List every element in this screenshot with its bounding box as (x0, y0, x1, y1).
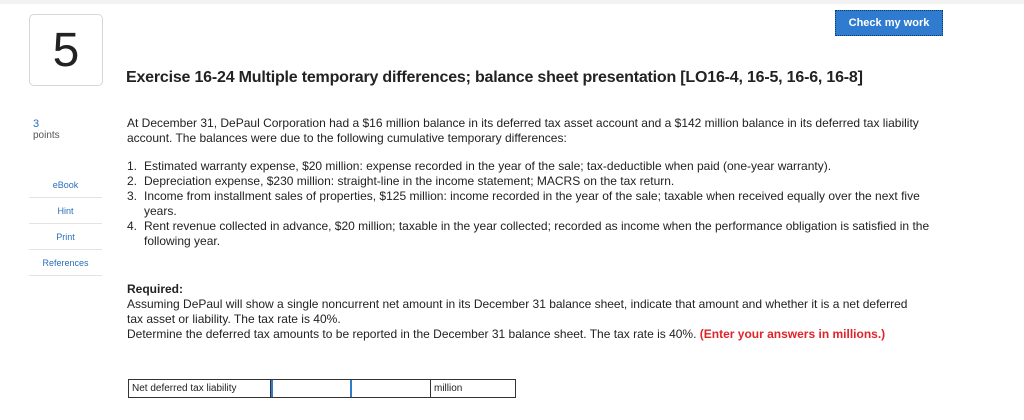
exercise-title: Exercise 16-24 Multiple temporary differ… (126, 69, 863, 86)
answer-unit: million (430, 379, 516, 398)
question-number: 5 (29, 14, 103, 86)
required-note: (Enter your answers in millions.) (699, 327, 886, 341)
list-item: 1. Estimated warranty expense, $20 millio… (127, 159, 937, 174)
print-link[interactable]: Print (29, 224, 102, 250)
list-item-number: 3. (127, 189, 138, 203)
list-item-text: Income from installment sales of propert… (144, 189, 920, 218)
list-item: 2. Depreciation expense, $230 million: st… (127, 174, 937, 189)
answer-label[interactable]: Net deferred tax liability (128, 379, 270, 398)
check-my-work-button[interactable]: Check my work (835, 10, 943, 36)
points-block: 3 points (33, 118, 60, 142)
required-heading: Required: (127, 282, 184, 296)
required-instruction-2: Determine the deferred tax amounts to be… (127, 327, 697, 341)
input-flag-icon (271, 380, 273, 397)
input-flag-icon (350, 380, 352, 397)
required-section: Required: Assuming DePaul will show a si… (127, 282, 922, 342)
points-label: points (33, 130, 60, 141)
list-item-number: 4. (127, 219, 138, 233)
list-item: 4. Rent revenue collected in advance, $20… (127, 219, 937, 249)
answer-spacer (351, 379, 430, 398)
list-item-number: 1. (127, 159, 138, 173)
list-item-text: Estimated warranty expense, $20 million:… (144, 159, 832, 173)
top-rule (0, 0, 1024, 4)
sidebar-links: eBook Hint Print References (29, 172, 102, 276)
answer-row: Net deferred tax liability million (128, 379, 516, 398)
points-value: 3 (33, 118, 40, 130)
list-item-text: Rent revenue collected in advance, $20 m… (144, 219, 930, 248)
list-item: 3. Income from installment sales of prope… (127, 189, 937, 219)
list-item-number: 2. (127, 174, 138, 188)
required-instruction-1: Assuming DePaul will show a single noncu… (127, 297, 908, 326)
hint-link[interactable]: Hint (29, 198, 102, 224)
answer-amount-input[interactable] (270, 379, 352, 398)
temporary-differences-list: 1. Estimated warranty expense, $20 millio… (127, 159, 937, 249)
ebook-link[interactable]: eBook (29, 172, 102, 198)
exercise-intro: At December 31, DePaul Corporation had a… (127, 116, 919, 145)
references-link[interactable]: References (29, 250, 102, 276)
list-item-text: Depreciation expense, $230 million: stra… (144, 174, 675, 188)
